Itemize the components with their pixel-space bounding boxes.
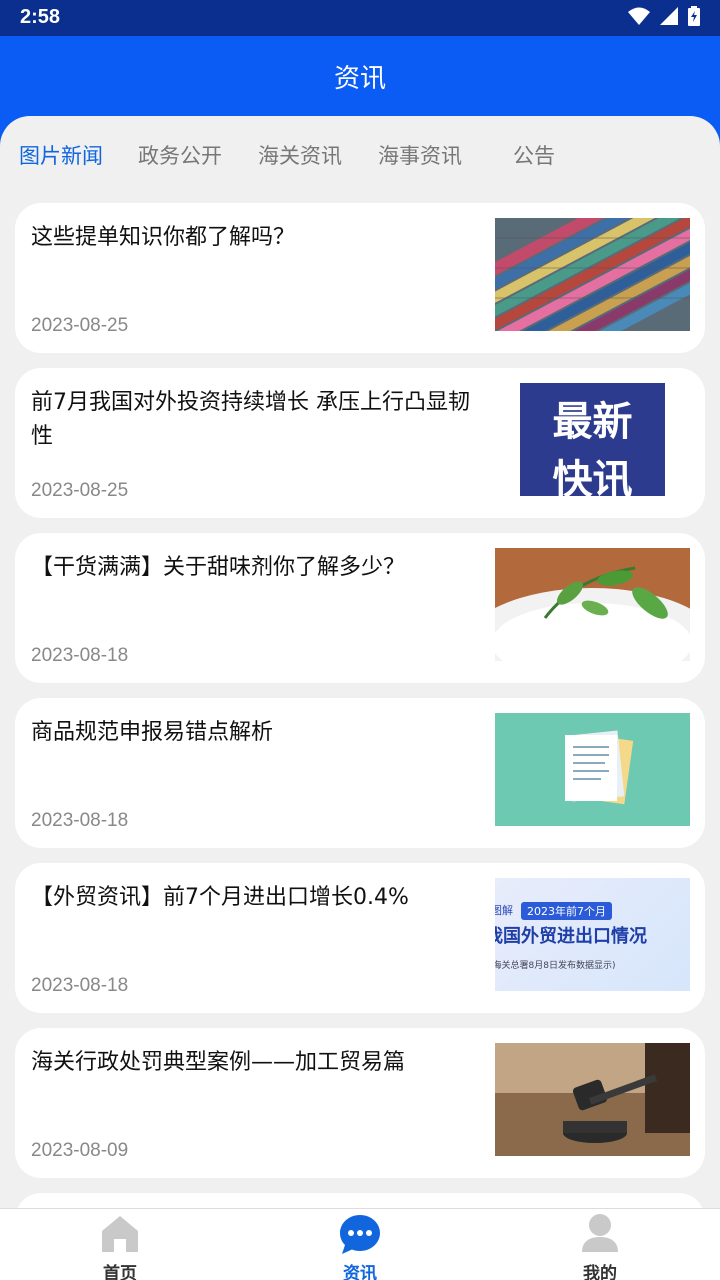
news-card[interactable]: 这些提单知识你都了解吗？ 2023-08-25 bbox=[15, 203, 705, 353]
thumb-text: 最新 bbox=[552, 399, 633, 445]
news-title: 商品规范申报易错点解析 bbox=[31, 720, 274, 745]
nav-home[interactable]: 首页 bbox=[0, 1209, 240, 1280]
tab-announcements[interactable]: 公告 bbox=[513, 140, 555, 170]
tab-government-affairs[interactable]: 政务公开 bbox=[138, 140, 222, 170]
thumb-text: (海关总署8月8日发布数据显示) bbox=[495, 961, 616, 971]
latest-news-image: 最新 快讯 bbox=[495, 383, 690, 496]
news-card[interactable] bbox=[15, 1193, 705, 1208]
news-title: 这些提单知识你都了解吗？ bbox=[31, 225, 296, 250]
content-panel: 图片新闻 政务公开 海关资讯 海事资讯 公告 这些提单知识你都了解吗？ 2023… bbox=[0, 116, 720, 1208]
nav-news[interactable]: 资讯 bbox=[240, 1209, 480, 1280]
documents-image bbox=[495, 713, 690, 826]
bottom-navigation: 首页 资讯 我的 bbox=[0, 1208, 720, 1280]
nav-profile[interactable]: 我的 bbox=[480, 1209, 720, 1280]
person-icon bbox=[582, 1214, 618, 1252]
tab-customs-news[interactable]: 海关资讯 bbox=[258, 140, 342, 170]
wifi-icon bbox=[628, 7, 650, 25]
containers-image bbox=[495, 218, 690, 331]
news-title: 【干货满满】关于甜味剂你了解多少？ bbox=[31, 555, 406, 580]
news-card[interactable]: 商品规范申报易错点解析 2023-08-18 bbox=[15, 698, 705, 848]
news-date: 2023-08-25 bbox=[31, 480, 129, 501]
tab-picture-news[interactable]: 图片新闻 bbox=[19, 140, 103, 170]
gavel-image bbox=[495, 1043, 690, 1156]
chat-bubble-icon bbox=[340, 1215, 380, 1254]
status-time: 2:58 bbox=[20, 6, 61, 28]
stevia-sugar-image bbox=[495, 548, 690, 661]
battery-icon bbox=[688, 6, 700, 26]
news-card[interactable]: 前7月我国对外投资持续增长 承压上行凸显韧性 2023-08-25 最新 快讯 bbox=[15, 368, 705, 518]
news-title: 海关行政处罚典型案例——加工贸易篇 bbox=[31, 1050, 406, 1075]
news-date: 2023-08-25 bbox=[31, 315, 129, 336]
trade-report-image: 图解 2023年前7个月 我国外贸进出口情况 (海关总署8月8日发布数据显示) bbox=[495, 878, 690, 991]
news-date: 2023-08-18 bbox=[31, 645, 129, 666]
nav-home-label: 首页 bbox=[103, 1264, 137, 1280]
thumb-text: 快讯 bbox=[552, 457, 633, 496]
category-tabs: 图片新闻 政务公开 海关资讯 海事资讯 公告 bbox=[0, 116, 720, 192]
thumb-text: 我国外贸进出口情况 bbox=[495, 926, 647, 947]
news-card[interactable]: 海关行政处罚典型案例——加工贸易篇 2023-08-09 bbox=[15, 1028, 705, 1178]
news-date: 2023-08-18 bbox=[31, 975, 129, 996]
tab-maritime-news[interactable]: 海事资讯 bbox=[378, 140, 462, 170]
news-date: 2023-08-09 bbox=[31, 1140, 129, 1161]
status-icons bbox=[628, 6, 700, 26]
nav-news-label: 资讯 bbox=[343, 1264, 377, 1280]
thumb-text: 图解 bbox=[495, 904, 513, 917]
status-bar: 2:58 bbox=[0, 0, 720, 36]
news-title: 【外贸资讯】前7个月进出口增长0.4% bbox=[31, 885, 409, 910]
news-card[interactable]: 【干货满满】关于甜味剂你了解多少？ 2023-08-18 bbox=[15, 533, 705, 683]
home-icon bbox=[102, 1216, 138, 1252]
app-bar: 资讯 bbox=[0, 36, 720, 116]
news-date: 2023-08-18 bbox=[31, 810, 129, 831]
news-card[interactable]: 【外贸资讯】前7个月进出口增长0.4% 2023-08-18 图解 2023年前… bbox=[15, 863, 705, 1013]
page-title: 资讯 bbox=[333, 64, 386, 94]
signal-icon bbox=[660, 7, 678, 25]
news-title: 前7月我国对外投资持续增长 承压上行凸显韧性 bbox=[31, 390, 470, 449]
thumb-text: 2023年前7个月 bbox=[521, 902, 612, 920]
nav-profile-label: 我的 bbox=[583, 1264, 617, 1280]
